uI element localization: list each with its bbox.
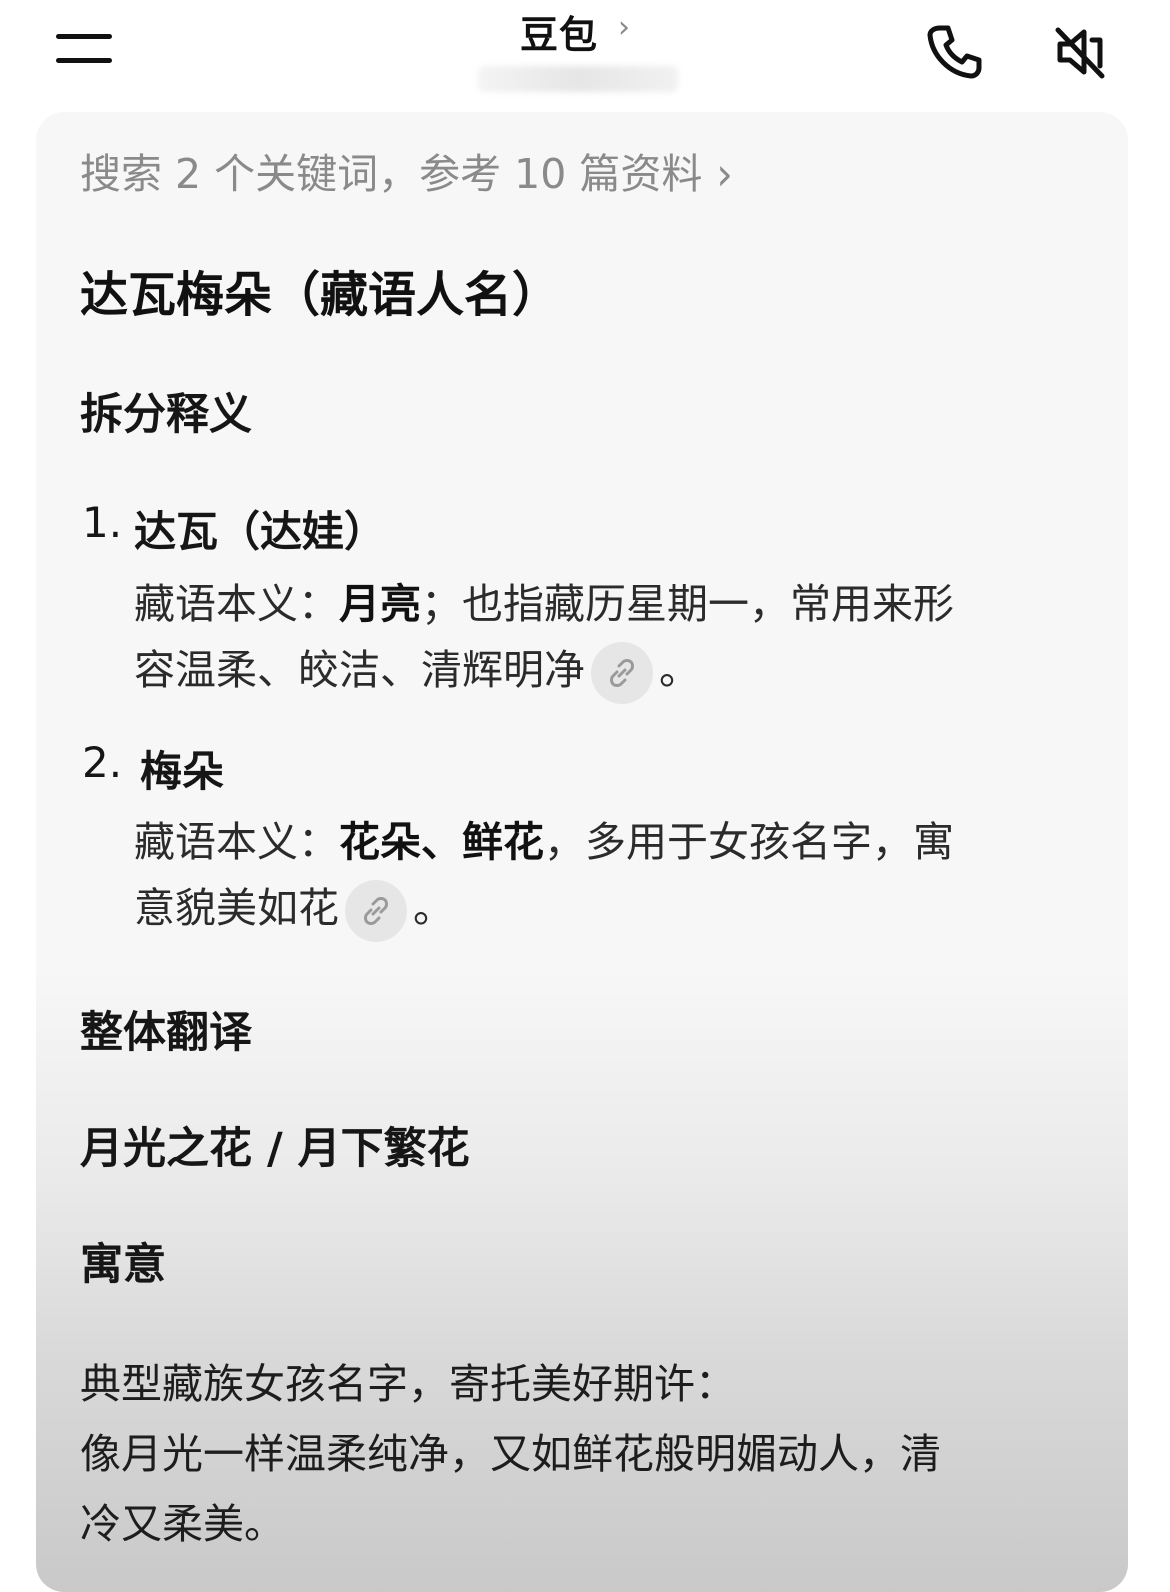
text-segment: 意貌美如花 [134, 884, 339, 932]
list-item-text: 藏语本义：月亮；也指藏历星期一，常用来形 [134, 570, 954, 630]
list-item-text: 意貌美如花 。 [134, 874, 454, 942]
link-icon [610, 659, 634, 687]
list-number: 1. [82, 498, 123, 547]
hamburger-icon-line [56, 58, 112, 63]
section-title-translation: 整体翻译 [80, 1008, 252, 1058]
text-segment: ，多用于女孩名字，寓 [544, 818, 954, 866]
answer-title: 达瓦梅朵（藏语人名） [80, 267, 561, 323]
list-item-text: 容温柔、皎洁、清辉明净 。 [134, 636, 700, 704]
meaning-line: 像月光一样温柔纯净，又如鲜花般明媚动人，清 [80, 1430, 941, 1478]
text-bold: 花朵、鲜花 [339, 818, 544, 866]
text-bold: 月亮 [339, 580, 421, 628]
top-bar: 豆包 › [0, 0, 1170, 110]
phone-icon [927, 25, 982, 79]
bot-name: 豆包 [520, 13, 599, 57]
chevron-right-icon: › [618, 10, 630, 45]
mute-button[interactable] [1050, 20, 1114, 84]
text-segment: 容温柔、皎洁、清辉明净 [134, 646, 585, 694]
text-segment: 藏语本义： [134, 580, 339, 628]
text-segment: 。 [413, 884, 454, 932]
list-item-heading: 梅朵 [140, 747, 225, 796]
search-summary[interactable]: 搜索 2 个关键词，参考 10 篇资料 › [80, 140, 733, 201]
list-item-heading: 达瓦（达娃） [134, 507, 387, 556]
list-item-text: 藏语本义：花朵、鲜花，多用于女孩名字，寓 [134, 808, 954, 868]
chat-title[interactable]: 豆包 › [520, 4, 630, 57]
list-number: 2. [82, 738, 123, 787]
meaning-line: 冷又柔美。 [80, 1500, 285, 1548]
blurred-subtitle [478, 66, 678, 92]
search-summary-text: 搜索 2 个关键词，参考 10 篇资料 [80, 150, 703, 198]
link-icon [364, 897, 388, 925]
hamburger-icon [56, 34, 112, 39]
call-button[interactable] [922, 20, 986, 84]
chevron-right-icon: › [716, 147, 733, 201]
menu-button[interactable] [56, 28, 114, 68]
translation-text: 月光之花 / 月下繁花 [80, 1124, 470, 1174]
citation-link-button[interactable] [345, 880, 407, 942]
text-segment: ；也指藏历星期一，常用来形 [421, 580, 954, 628]
section-title-meaning: 寓意 [80, 1240, 166, 1290]
meaning-line: 典型藏族女孩名字，寄托美好期许： [80, 1360, 736, 1408]
text-segment: 。 [659, 646, 700, 694]
speaker-muted-icon [1055, 27, 1105, 79]
section-title-breakdown: 拆分释义 [80, 390, 252, 440]
text-segment: 藏语本义： [134, 818, 339, 866]
citation-link-button[interactable] [591, 642, 653, 704]
